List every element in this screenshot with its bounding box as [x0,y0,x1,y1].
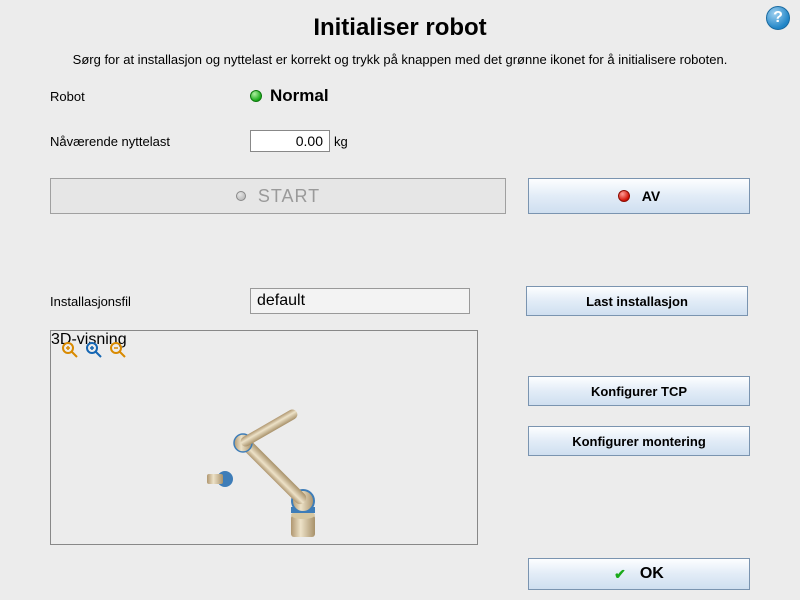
check-icon: ✔ [614,566,626,583]
payload-input[interactable] [250,130,330,152]
zoom-in-icon[interactable] [61,341,79,359]
off-button-label: AV [642,188,660,204]
page-title: Initialiser robot [0,0,800,42]
config-mounting-button[interactable]: Konfigurer montering [528,426,750,456]
installation-label: Installasjonsfil [50,294,250,309]
config-mounting-label: Konfigurer montering [572,434,706,449]
payload-unit: kg [334,134,348,149]
ok-button[interactable]: ✔ OK [528,558,750,590]
robot-label: Robot [50,89,250,104]
off-button[interactable]: AV [528,178,750,214]
help-icon-glyph: ? [773,9,783,27]
payload-label: Nåværende nyttelast [50,134,250,149]
robot-status-text: Normal [270,86,329,106]
page-subtitle: Sørg for at installasjon og nyttelast er… [0,52,800,67]
start-button: START [50,178,506,214]
start-led-icon [236,191,246,201]
config-tcp-label: Konfigurer TCP [591,384,687,399]
view3d-panel: 3D-visning [50,330,478,545]
load-installation-label: Last installasjon [586,294,688,309]
help-icon[interactable]: ? [766,6,790,30]
start-button-label: START [258,186,320,207]
robot-status-led-icon [250,90,262,102]
zoom-out-icon[interactable] [109,341,127,359]
off-led-icon [618,190,630,202]
config-tcp-button[interactable]: Konfigurer TCP [528,376,750,406]
zoom-reset-icon[interactable] [85,341,103,359]
installation-file-input [250,288,470,314]
ok-button-label: OK [640,565,664,583]
load-installation-button[interactable]: Last installasjon [526,286,748,316]
robot-3d-view [181,391,351,541]
